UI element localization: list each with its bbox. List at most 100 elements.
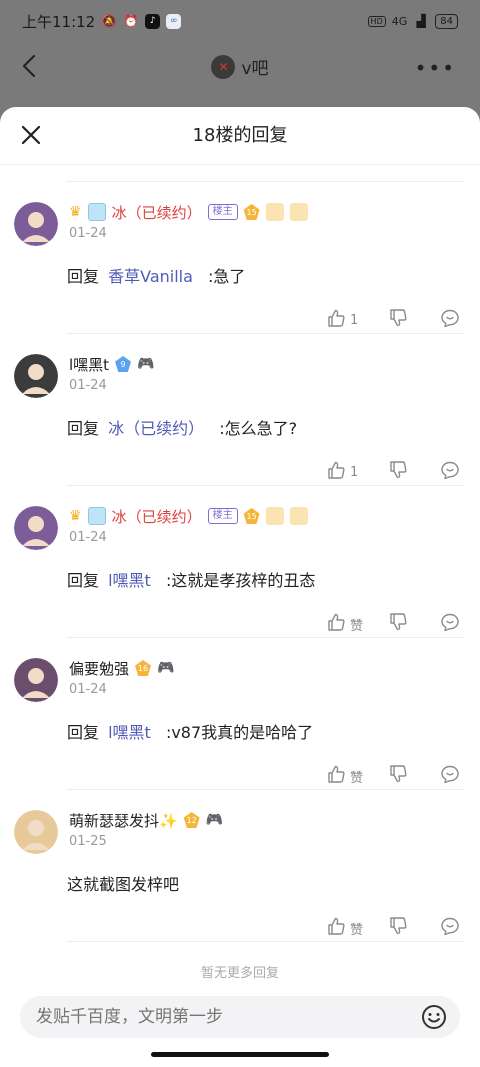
comment-button[interactable] [440,460,460,484]
mention-link[interactable]: l嘿黑t [108,571,151,590]
comment-button[interactable] [440,764,460,788]
forum-name: v吧 [241,59,269,79]
level-badge-icon: 16 [135,660,152,676]
reply-actions: 1 [326,460,460,484]
comment-button[interactable] [440,916,460,940]
avatar[interactable] [14,202,58,246]
like-button[interactable]: 1 [326,460,388,484]
reply-text: :v87我真的是哈哈了 [165,723,314,742]
reply-date: 01-24 [69,226,107,241]
tiktok-icon: ♪ [145,13,161,29]
thumbs-down-icon [388,764,408,788]
more-icon[interactable]: ••• [415,56,456,80]
ice-icon [87,203,106,221]
emoji-icon[interactable] [420,1003,448,1031]
reply-item[interactable]: 偏要勉强 16 🎮 01-24 回复 l嘿黑t :v87我真的是哈哈了 赞 [0,638,480,790]
dislike-button[interactable] [388,308,440,332]
like-button[interactable]: 赞 [326,612,388,636]
username[interactable]: 偏要勉强 [69,658,129,679]
gamepad-icon: 🎮 [137,356,155,372]
reply-meta: ♛ 冰（已续约） 楼主 15 01-24 [69,506,464,545]
close-icon[interactable] [20,124,42,146]
like-count: 1 [350,312,359,328]
reply-prefix: 回复 [67,267,100,286]
reply-actions: 赞 [326,612,460,636]
avatar[interactable] [14,506,58,550]
op-badge: 楼主 [207,204,238,220]
gamepad-icon: 🎮 [157,660,175,676]
comment-icon [440,460,460,484]
comment-icon [440,764,460,788]
reply-text: :这就是孝孩梓的丑态 [165,571,316,590]
signal-icon: ▟ [416,14,426,28]
thumbs-up-icon [326,916,346,940]
like-count: 赞 [350,770,364,786]
avatar[interactable] [14,810,58,854]
forum-title[interactable]: ✕ v吧 [0,54,480,79]
avatar[interactable] [14,658,58,702]
reply-date: 01-25 [69,834,107,849]
thumbs-up-icon [326,460,346,484]
reply-actions: 1 [326,308,460,332]
reply-date: 01-24 [69,682,107,697]
reply-prefix: 回复 [67,419,100,438]
name-row: 萌新瑟瑟发抖✨ 12 🎮 [69,810,464,830]
hd-icon: HD [367,15,386,27]
username[interactable]: l嘿黑t [69,354,109,375]
reply-item[interactable]: l嘿黑t 9 🎮 01-24 回复 冰（已续约） :怎么急了? 1 [0,334,480,486]
info-badge-icon [265,203,284,221]
name-row: ♛ 冰（已续约） 楼主 15 [69,202,464,222]
mention-link[interactable]: l嘿黑t [108,723,151,742]
mention-link[interactable]: 香草Vanilla [108,267,193,286]
username[interactable]: 冰（已续约） [112,202,202,223]
battery-level: 84 [440,15,453,27]
dislike-button[interactable] [388,916,440,940]
reply-meta: ♛ 冰（已续约） 楼主 15 01-24 [69,202,464,241]
forum-logo-icon: ✕ [211,54,236,79]
member-badge-icon [289,203,308,221]
crown-icon: ♛ [69,204,82,220]
username[interactable]: 冰（已续约） [112,506,202,527]
reply-meta: l嘿黑t 9 🎮 01-24 [69,354,464,394]
mention-link[interactable]: 冰（已续约） [108,419,204,438]
like-button[interactable]: 1 [326,308,388,332]
divider [67,941,464,942]
mute-bell-icon: 🔕 [101,14,117,28]
name-row: ♛ 冰（已续约） 楼主 15 [69,506,464,526]
dislike-button[interactable] [388,460,440,484]
like-button[interactable]: 赞 [326,764,388,788]
dislike-button[interactable] [388,612,440,636]
reply-content: 回复 l嘿黑t :这就是孝孩梓的丑态 [67,567,315,591]
crown-icon: ♛ [69,508,82,524]
level-badge-icon: 12 [183,812,200,828]
reply-input[interactable] [36,1007,420,1027]
comment-button[interactable] [440,308,460,332]
reply-actions: 赞 [326,764,460,788]
thumbs-up-icon [326,764,346,788]
reply-item[interactable]: 萌新瑟瑟发抖✨ 12 🎮 01-25 这就截图发梓吧 赞 [0,790,480,942]
reply-item[interactable]: ♛ 冰（已续约） 楼主 15 01-24 回复 l嘿黑t :这就是孝孩梓的丑态 … [0,486,480,638]
forum-topbar: ✕ v吧 ••• [0,42,480,90]
username[interactable]: 萌新瑟瑟发抖✨ [69,810,178,831]
reply-text: 这就截图发梓吧 [67,875,180,894]
reply-actions: 赞 [326,916,460,940]
dislike-button[interactable] [388,764,440,788]
home-indicator [151,1052,329,1057]
no-more-replies: 暂无更多回复 [200,966,279,981]
thumbs-down-icon [388,916,408,940]
replies-sheet: 18楼的回复 ♛ 冰（已续约） 楼主 15 01-24 回复 香草Vanilla… [0,107,480,1067]
like-button[interactable]: 赞 [326,916,388,940]
avatar[interactable] [14,354,58,398]
op-badge: 楼主 [207,508,238,524]
status-time: 上午11:12 [22,12,96,31]
reply-item[interactable]: ♛ 冰（已续约） 楼主 15 01-24 回复 香草Vanilla :急了 1 [0,182,480,334]
reply-date: 01-24 [69,378,107,393]
like-count: 赞 [350,922,364,938]
reply-input-bar[interactable] [20,996,460,1038]
reply-meta: 偏要勉强 16 🎮 01-24 [69,658,464,698]
like-count: 赞 [350,618,364,634]
comment-button[interactable] [440,612,460,636]
member-badge-icon [289,507,308,525]
gamepad-icon: 🎮 [205,812,224,828]
reply-prefix: 回复 [67,723,100,742]
